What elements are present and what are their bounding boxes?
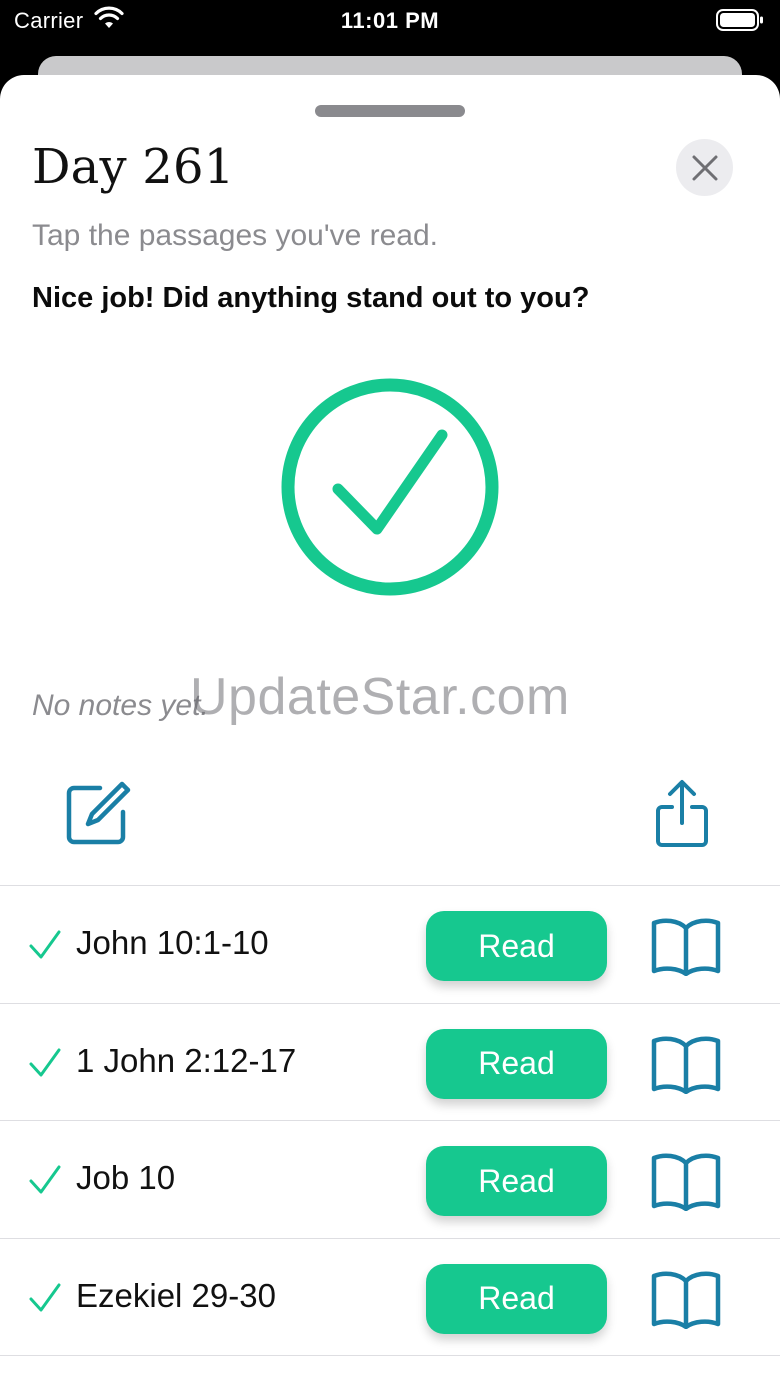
read-button[interactable]: Read [426,1028,607,1099]
passage-label: John 10:1-10 [76,924,269,961]
reflection-prompt: Nice job! Did anything stand out to you? [32,282,590,314]
book-icon[interactable] [650,1034,722,1094]
sheet-grabber[interactable] [315,105,465,117]
day-sheet: Day 261 Tap the passages you've read. Ni… [0,75,780,1387]
book-icon[interactable] [650,916,722,976]
close-button[interactable] [676,139,733,196]
passage-row[interactable]: Job 10 Read [0,1121,780,1239]
clock: 11:01 PM [340,8,440,33]
checkmark-icon [29,930,61,959]
notes-placeholder: No notes yet. [32,689,209,722]
book-icon[interactable] [650,1269,722,1329]
passage-row[interactable]: John 10:1-10 Read [0,886,780,1004]
read-button[interactable]: Read [426,1263,607,1334]
passage-list: John 10:1-10 Read 1 John 2:12-17 Read Jo… [0,885,780,1356]
read-button[interactable]: Read [426,911,607,981]
battery-icon [716,9,763,31]
checkmark-icon [29,1165,61,1194]
checkmark-icon [29,1048,61,1076]
passage-label: 1 John 2:12-17 [76,1041,297,1079]
book-icon[interactable] [650,1151,722,1211]
checkmark-circle-icon [281,378,499,596]
watermark: UpdateStar.com [190,668,570,726]
checkmark-icon [29,1283,61,1311]
passage-row[interactable]: 1 John 2:12-17 Read [0,1004,780,1121]
edit-icon[interactable] [64,779,132,847]
close-icon [692,155,717,180]
passage-label: Ezekiel 29-30 [76,1276,276,1314]
passage-row[interactable]: Ezekiel 29-30 Read [0,1239,780,1356]
read-button[interactable]: Read [426,1146,607,1216]
status-bar: Carrier 11:01 PM [0,0,780,40]
page-title: Day 261 [32,139,235,195]
share-icon[interactable] [652,777,712,849]
passage-label: Job 10 [76,1159,176,1196]
instruction-text: Tap the passages you've read. [32,219,438,252]
